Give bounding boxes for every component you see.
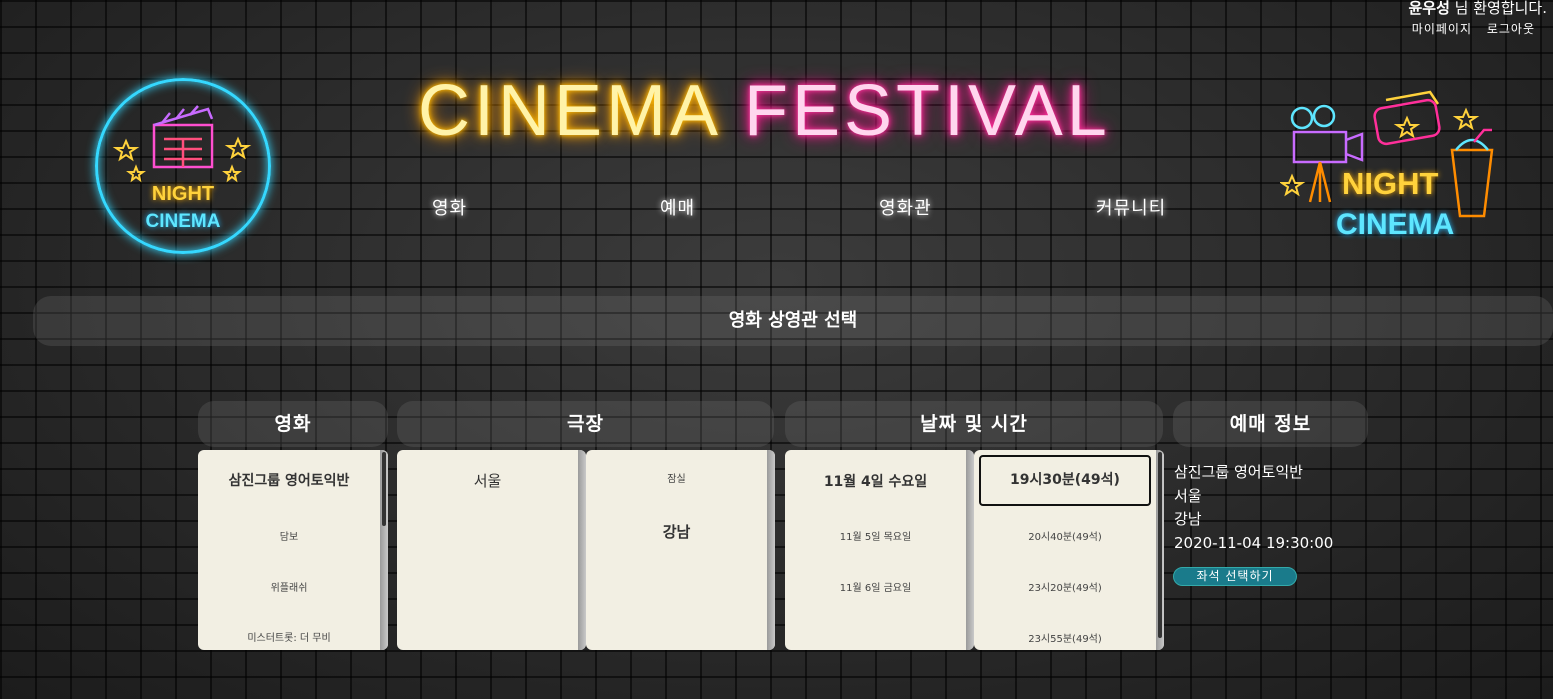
mypage-link[interactable]: 마이페이지: [1412, 22, 1472, 36]
movie-list[interactable]: 삼진그룹 영어토익반 담보 위플래쉬 미스터트롯: 더 무비: [198, 450, 388, 650]
column-header-theater: 극장: [397, 401, 774, 447]
user-links: 마이페이지 로그아웃: [1402, 20, 1535, 37]
movie-item[interactable]: 위플래쉬: [198, 579, 380, 594]
region-list[interactable]: 서울: [397, 450, 586, 650]
user-bar: 윤우성 님 환영합니다. 마이페이지 로그아웃: [1402, 0, 1547, 37]
scrollbar-thumb[interactable]: [382, 452, 386, 526]
select-seat-button[interactable]: 좌석 선택하기: [1173, 567, 1297, 586]
movie-item-selected[interactable]: 삼진그룹 영어토익반: [198, 470, 380, 490]
theater-list-scrollbar[interactable]: [767, 450, 775, 650]
time-item-selected[interactable]: 19시30분(49석): [979, 455, 1151, 506]
date-list[interactable]: 11월 4일 수요일 11월 5일 목요일 11월 6일 금요일: [785, 450, 974, 650]
time-list[interactable]: 19시30분(49석) 20시40분(49석) 23시20분(49석) 23시5…: [974, 450, 1164, 650]
site-title-festival: FESTIVAL: [744, 71, 1111, 151]
date-item-selected[interactable]: 11월 4일 수요일: [785, 471, 966, 491]
movie-list-scrollbar[interactable]: [380, 450, 388, 650]
scrollbar-thumb[interactable]: [1158, 452, 1162, 638]
date-list-scrollbar[interactable]: [966, 450, 974, 650]
column-header-movie: 영화: [198, 401, 388, 447]
nav-item-community[interactable]: 커뮤니티: [1096, 194, 1166, 220]
logo-right-night-text: NIGHT: [1342, 166, 1439, 201]
booking-info-theater: 강남: [1174, 510, 1202, 528]
booking-info-movie: 삼진그룹 영어토익반: [1174, 463, 1303, 481]
booking-info: 삼진그룹 영어토익반 서울 강남 2020-11-04 19:30:00: [1174, 461, 1333, 555]
movie-item[interactable]: 담보: [198, 528, 380, 543]
column-header-datetime: 날짜 및 시간: [785, 401, 1163, 447]
logo-right-cinema-text: CINEMA: [1336, 208, 1455, 241]
night-cinema-logo-left[interactable]: NIGHT CINEMA: [95, 78, 271, 254]
nav-item-booking[interactable]: 예매: [660, 194, 695, 220]
booking-info-datetime: 2020-11-04 19:30:00: [1174, 533, 1334, 552]
region-list-scrollbar[interactable]: [578, 450, 586, 650]
region-item-selected[interactable]: 서울: [397, 470, 578, 491]
time-item[interactable]: 23시55분(49석): [974, 630, 1156, 645]
theater-item[interactable]: 잠실: [586, 470, 767, 485]
booking-info-region: 서울: [1174, 486, 1202, 505]
nav-item-theater[interactable]: 영화관: [879, 194, 932, 220]
nav-item-movie[interactable]: 영화: [432, 194, 467, 220]
night-cinema-logo-right[interactable]: NIGHT CINEMA: [1278, 90, 1500, 250]
welcome-name: 윤우성: [1408, 0, 1450, 17]
welcome-message: 윤우성 님 환영합니다.: [1402, 0, 1547, 16]
column-header-booking: 예매 정보: [1173, 401, 1368, 447]
site-title-cinema: CINEMA: [418, 71, 723, 151]
time-item[interactable]: 20시40분(49석): [974, 528, 1156, 543]
date-item[interactable]: 11월 6일 금요일: [785, 579, 966, 594]
welcome-suffix: 님 환영합니다.: [1449, 0, 1547, 17]
time-list-scrollbar[interactable]: [1156, 450, 1164, 650]
theater-list[interactable]: 잠실 강남: [586, 450, 775, 650]
time-item[interactable]: 23시20분(49석): [974, 579, 1156, 594]
date-item[interactable]: 11월 5일 목요일: [785, 528, 966, 543]
site-title: CINEMA FESTIVAL: [418, 70, 1111, 152]
movie-item[interactable]: 미스터트롯: 더 무비: [198, 629, 380, 644]
theater-item-selected[interactable]: 강남: [586, 521, 767, 542]
page-title: 영화 상영관 선택: [33, 296, 1553, 346]
logout-link[interactable]: 로그아웃: [1487, 22, 1535, 36]
